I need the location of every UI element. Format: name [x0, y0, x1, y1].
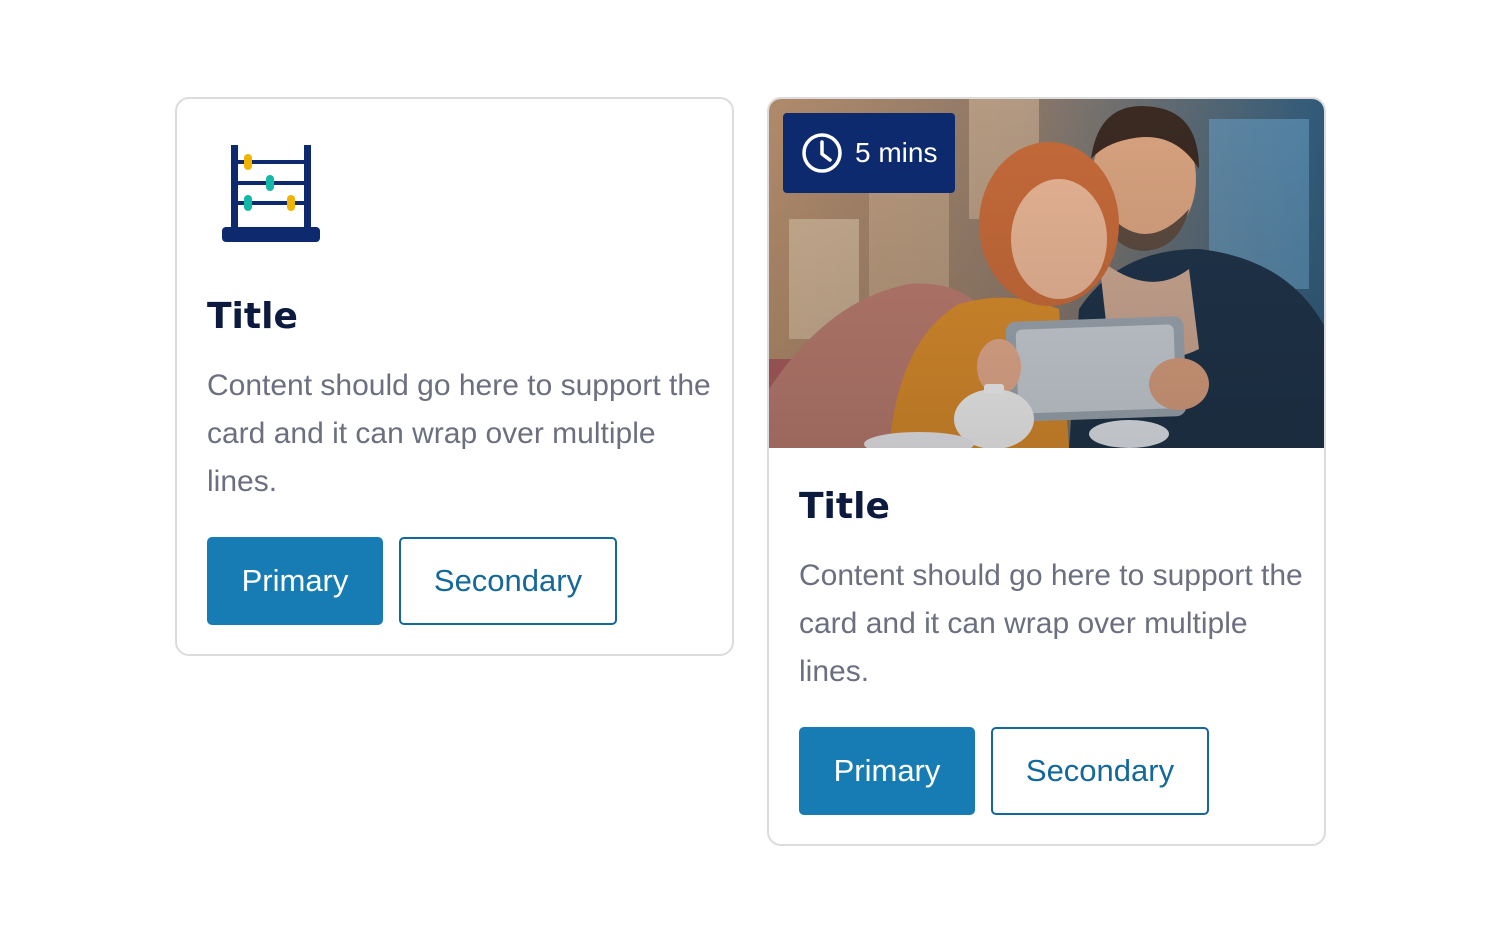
secondary-button[interactable]: Secondary: [991, 727, 1209, 815]
couple-with-tablet-photo: 5 mins: [769, 99, 1324, 448]
image-card: 5 mins Title Content should go here to s…: [767, 97, 1326, 846]
card-body: Content should go here to support the ca…: [799, 559, 1303, 688]
primary-button[interactable]: Primary: [799, 727, 975, 815]
secondary-button[interactable]: Secondary: [399, 537, 617, 625]
card-title: Title: [799, 486, 890, 527]
time-badge: 5 mins: [783, 113, 955, 193]
card-body: Content should go here to support the ca…: [207, 369, 711, 498]
primary-button[interactable]: Primary: [207, 537, 383, 625]
abacus-icon: [221, 143, 321, 243]
time-badge-label: 5 mins: [855, 137, 938, 168]
icon-card: Title Content should go here to support …: [175, 97, 734, 656]
clock-icon: [802, 133, 842, 173]
card-title: Title: [207, 296, 298, 337]
